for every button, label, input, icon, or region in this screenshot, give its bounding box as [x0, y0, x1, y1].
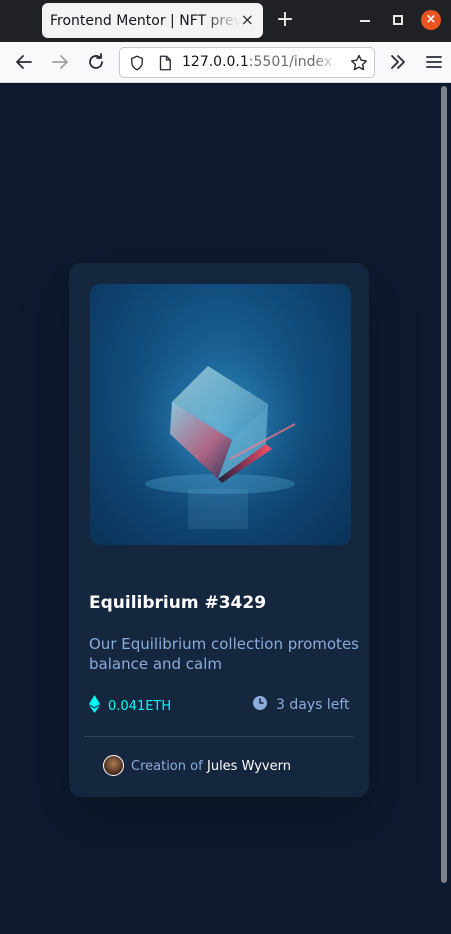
tab-close-button[interactable]: ×: [241, 11, 254, 29]
browser-tab[interactable]: Frontend Mentor | NFT preview card compo…: [42, 3, 263, 38]
chevron-double-right-icon[interactable]: [386, 50, 410, 74]
browser-titlebar: Frontend Mentor | NFT preview card compo…: [0, 0, 451, 42]
reload-icon[interactable]: [84, 50, 108, 74]
nft-price: 0.041ETH: [108, 699, 172, 714]
page-icon[interactable]: [156, 54, 174, 72]
card-divider: [84, 736, 354, 737]
maximize-button[interactable]: [393, 15, 403, 25]
url-host: 127.0.0.1: [182, 54, 249, 70]
scrollbar[interactable]: [441, 86, 447, 883]
url-bar[interactable]: 127.0.0.1:5501/index.html: [119, 47, 375, 78]
window-close-button[interactable]: ×: [421, 10, 441, 30]
back-arrow-icon[interactable]: [12, 50, 36, 74]
time-left: 3 days left: [276, 697, 350, 713]
browser-navbar: 127.0.0.1:5501/index.html: [0, 42, 451, 83]
minimize-button[interactable]: [360, 20, 370, 22]
creation-label: Creation of: [131, 759, 203, 774]
star-icon[interactable]: [349, 53, 369, 73]
ethereum-icon: [89, 695, 100, 713]
forward-arrow-icon[interactable]: [48, 50, 72, 74]
new-tab-button[interactable]: +: [275, 9, 295, 31]
shield-icon[interactable]: [128, 54, 146, 72]
nft-title[interactable]: Equilibrium #3429: [89, 593, 266, 613]
avatar: [103, 755, 124, 776]
creator-row: Creation of Jules Wyvern: [103, 755, 343, 777]
clock-icon: [253, 696, 267, 710]
tab-title: Frontend Mentor | NFT preview card compo…: [50, 12, 240, 29]
url-path: :5501/index.html: [248, 54, 338, 70]
hamburger-menu-icon[interactable]: [422, 50, 446, 74]
price-row: 0.041ETH 3 days left: [89, 693, 350, 717]
creator-name-link[interactable]: Jules Wyvern: [207, 759, 291, 774]
nft-description: Our Equilibrium collection promotes bala…: [89, 635, 359, 673]
nft-card: Equilibrium #3429 Our Equilibrium collec…: [69, 263, 369, 797]
equilibrium-cube-image: [90, 284, 351, 545]
url-text[interactable]: 127.0.0.1:5501/index.html: [182, 54, 338, 70]
nft-image[interactable]: [90, 284, 351, 545]
